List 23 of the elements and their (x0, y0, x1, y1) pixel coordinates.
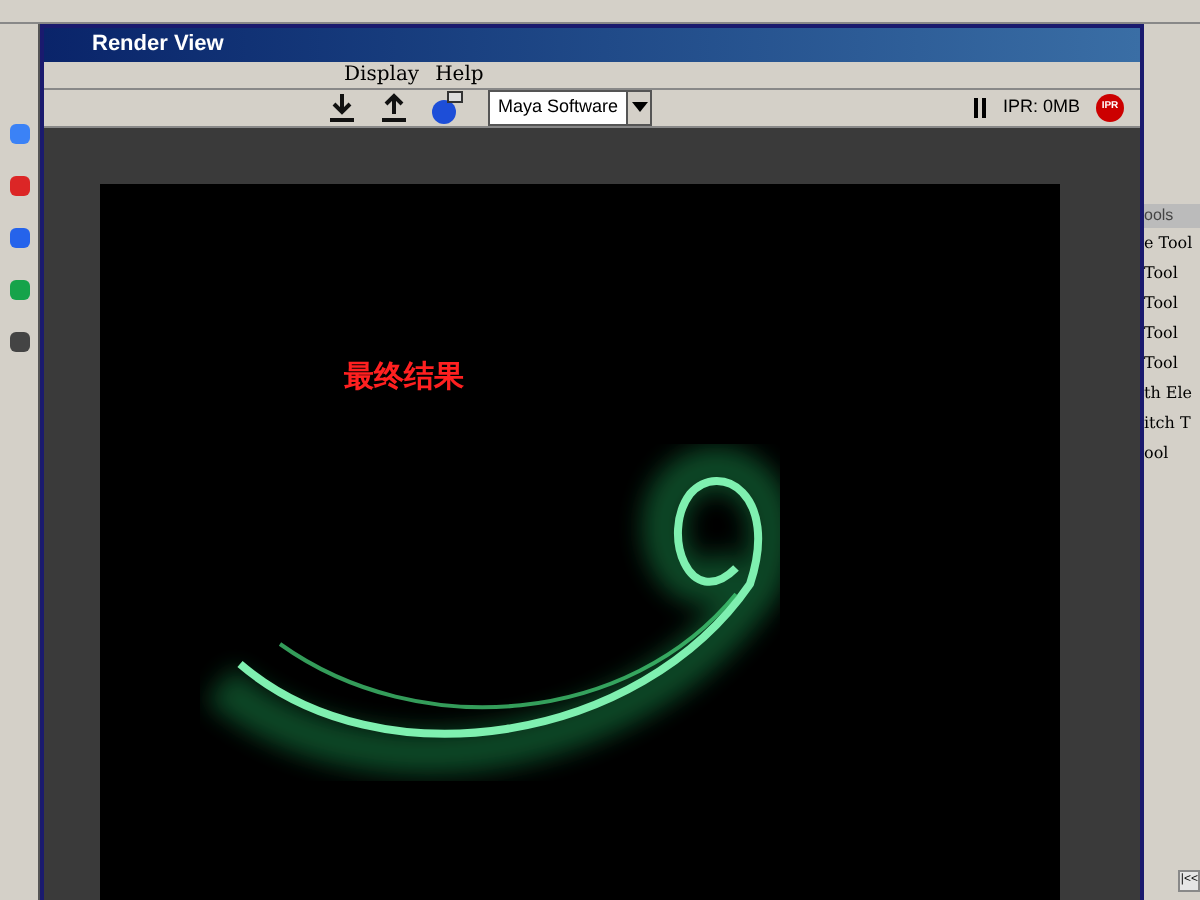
tool-item[interactable]: Tool (1144, 318, 1200, 348)
tool-item[interactable]: ool (1144, 438, 1200, 468)
panel-header: ools (1144, 204, 1200, 228)
renderer-dropdown[interactable]: Maya Software (488, 89, 652, 125)
caret-icon (626, 91, 650, 123)
tool-icon[interactable] (5, 224, 33, 252)
caption: 最终结果 (344, 357, 464, 397)
upload-icon[interactable] (376, 89, 412, 125)
tool-item[interactable]: th Ele (1144, 378, 1200, 408)
pause-icon[interactable] (974, 97, 987, 117)
tool-item[interactable]: Tool (1144, 288, 1200, 318)
tool-icon[interactable] (5, 172, 33, 200)
tool-item[interactable]: Tool (1144, 348, 1200, 378)
tool-item[interactable]: itch T (1144, 408, 1200, 438)
menu-item[interactable]: Display (344, 59, 420, 89)
window-title: Render View (44, 28, 1140, 61)
download-icon[interactable] (324, 89, 360, 125)
menu-item[interactable]: Help (435, 59, 484, 89)
tool-icon[interactable] (5, 328, 33, 356)
tool-item[interactable]: e Tool (1144, 228, 1200, 258)
teapot-icon[interactable] (428, 89, 464, 125)
tool-item[interactable]: Tool (1144, 258, 1200, 288)
ipr-status: IPR: 0MB (1002, 93, 1080, 120)
